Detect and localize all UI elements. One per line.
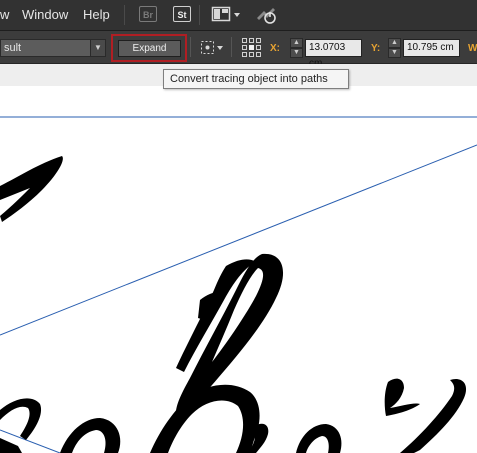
- bounding-box-line: [0, 144, 477, 336]
- ink-stroke: [384, 378, 420, 416]
- ink-stroke: [0, 398, 42, 440]
- ink-stroke: [400, 378, 467, 453]
- ink-stroke: [0, 438, 22, 453]
- ink-stroke: [60, 418, 121, 453]
- ink-stroke: [296, 424, 342, 453]
- ink-stroke: [150, 384, 260, 453]
- traced-artwork[interactable]: [0, 0, 477, 453]
- expand-tooltip: Convert tracing object into paths: [163, 69, 349, 89]
- ink-stroke: [0, 156, 63, 222]
